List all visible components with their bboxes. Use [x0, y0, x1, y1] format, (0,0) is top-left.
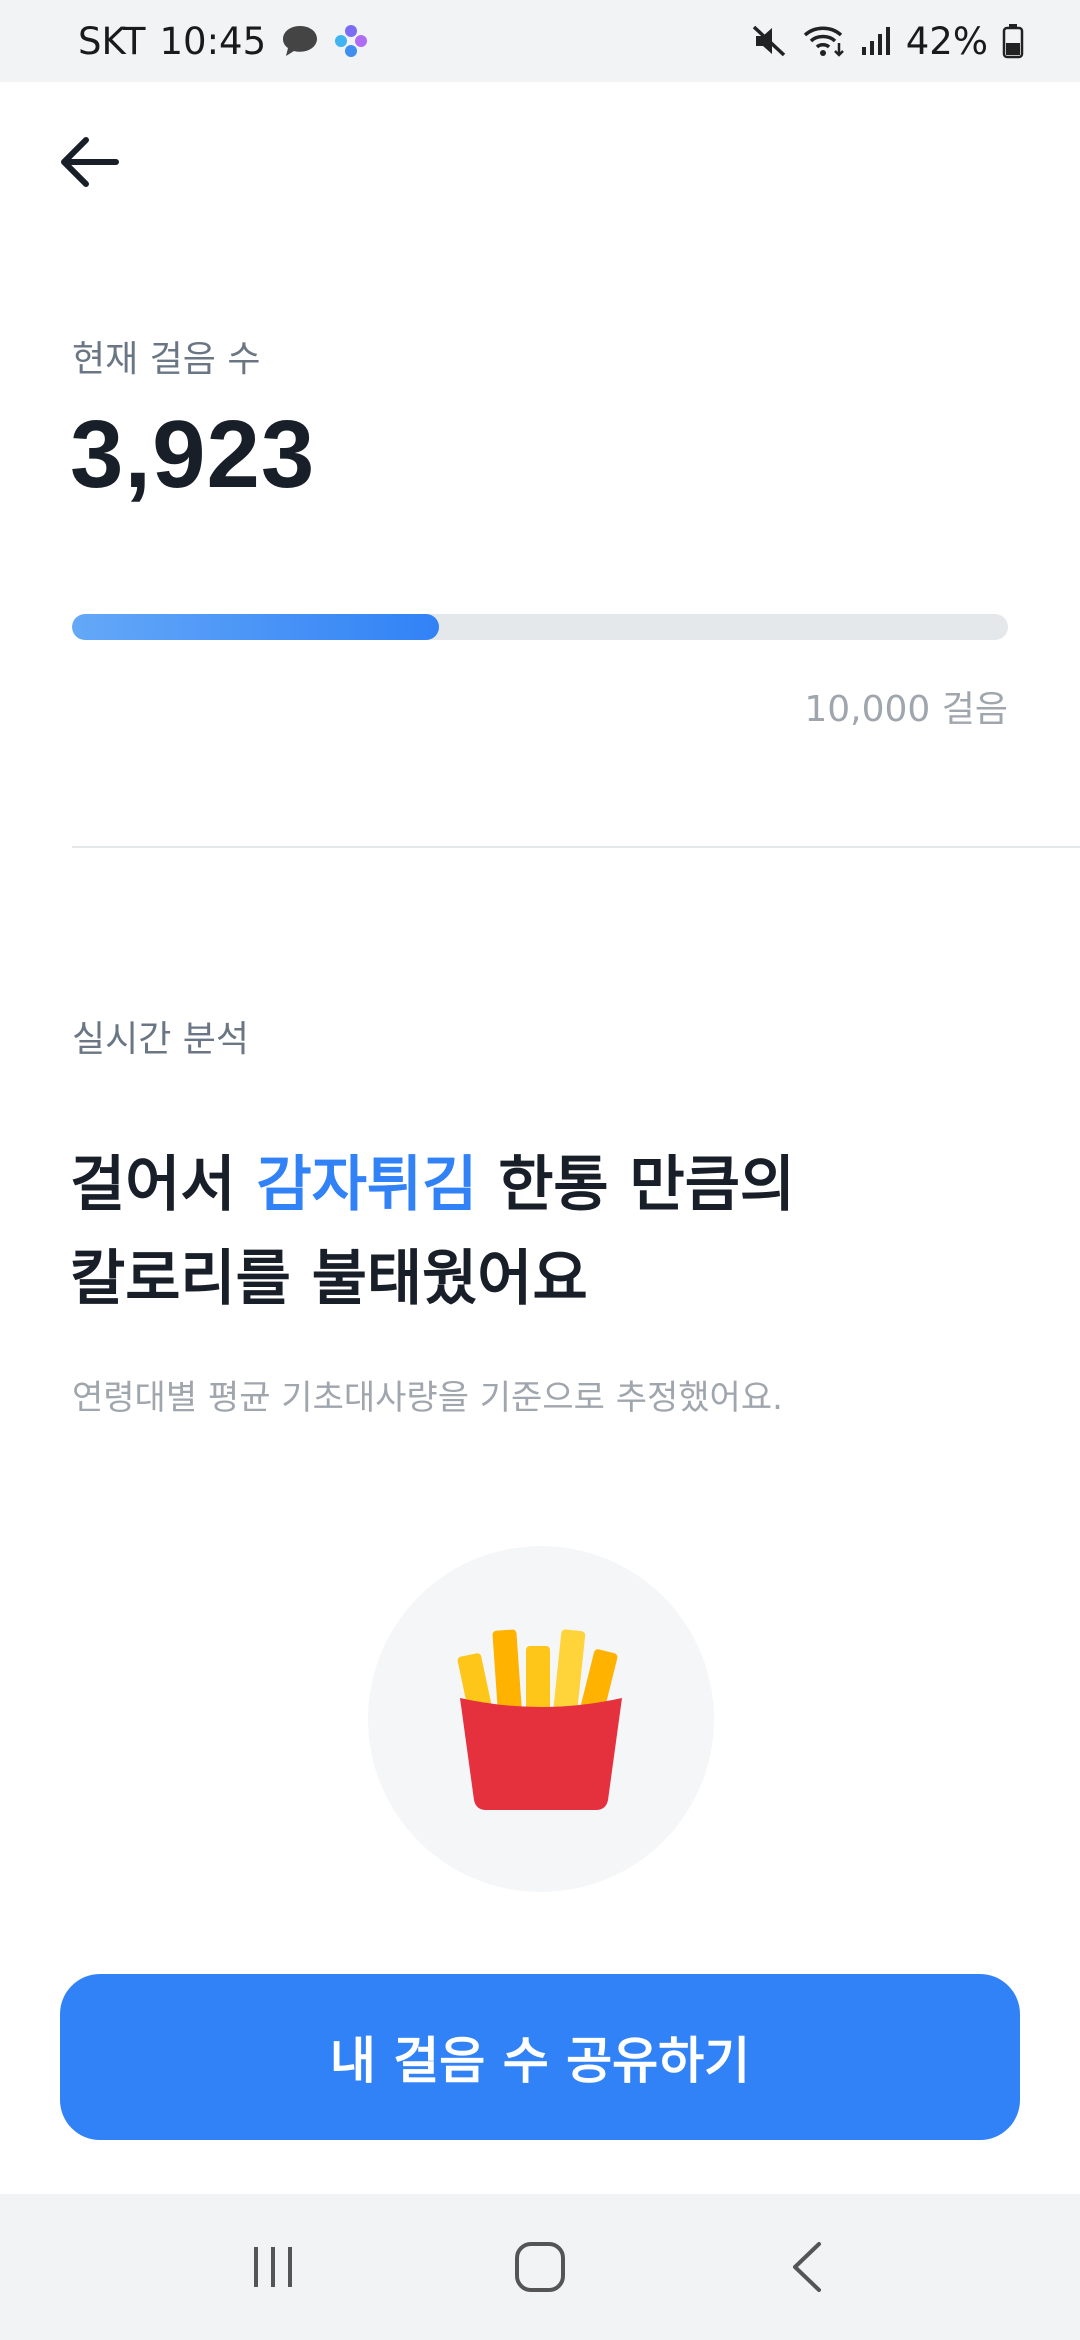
signal-icon — [860, 25, 892, 57]
share-steps-button[interactable]: 내 걸음 수 공유하기 — [60, 1974, 1020, 2140]
section-label: 실시간 분석 — [72, 1019, 250, 1060]
status-bar: SKT 10:45 42% — [0, 0, 1080, 82]
home-button[interactable] — [480, 2207, 600, 2327]
fries-illustration — [368, 1546, 714, 1892]
status-left: SKT 10:45 — [78, 20, 368, 63]
home-icon — [514, 2242, 565, 2292]
caption: 연령대별 평균 기초대사량을 기준으로 추정했어요. — [72, 1378, 783, 1418]
battery-icon — [1002, 23, 1024, 59]
mute-icon — [750, 23, 788, 59]
french-fries-icon — [457, 1629, 622, 1810]
headline-line-2: 칼로리를 불태웠어요 — [70, 1244, 588, 1314]
headline-suffix: 한통 만큼의 — [477, 1150, 796, 1220]
back-icon — [792, 2242, 821, 2292]
clock: 10:45 — [159, 19, 267, 63]
divider — [72, 846, 1080, 848]
arrow-left-icon — [61, 137, 119, 187]
system-nav-bar — [0, 2194, 1080, 2340]
steps-progress-fill — [72, 614, 440, 640]
chat-bubble-icon — [280, 23, 320, 59]
recent-apps-icon — [254, 2247, 293, 2287]
carrier-label: SKT — [78, 19, 146, 63]
steps-label: 현재 걸음 수 — [72, 339, 261, 380]
wifi-icon — [802, 23, 846, 59]
headline-prefix: 걸어서 — [70, 1150, 257, 1220]
system-back-button[interactable] — [747, 2207, 867, 2327]
headline-line-1: 걸어서 감자튀김 한통 만큼의 — [70, 1138, 1030, 1232]
battery-label: 42% — [905, 19, 988, 63]
steps-progress-bar — [72, 614, 1008, 640]
app-sparkle-icon — [334, 24, 368, 58]
steps-value: 3,923 — [70, 401, 316, 508]
headline-accent: 감자튀김 — [256, 1150, 478, 1220]
status-right: 42% — [750, 20, 1024, 63]
headline: 걸어서 감자튀김 한통 만큼의 칼로리를 불태웠어요 — [70, 1138, 1030, 1326]
goal-label: 10,000 걸음 — [804, 689, 1008, 730]
recent-apps-button[interactable] — [213, 2207, 333, 2327]
back-button[interactable] — [48, 122, 128, 202]
